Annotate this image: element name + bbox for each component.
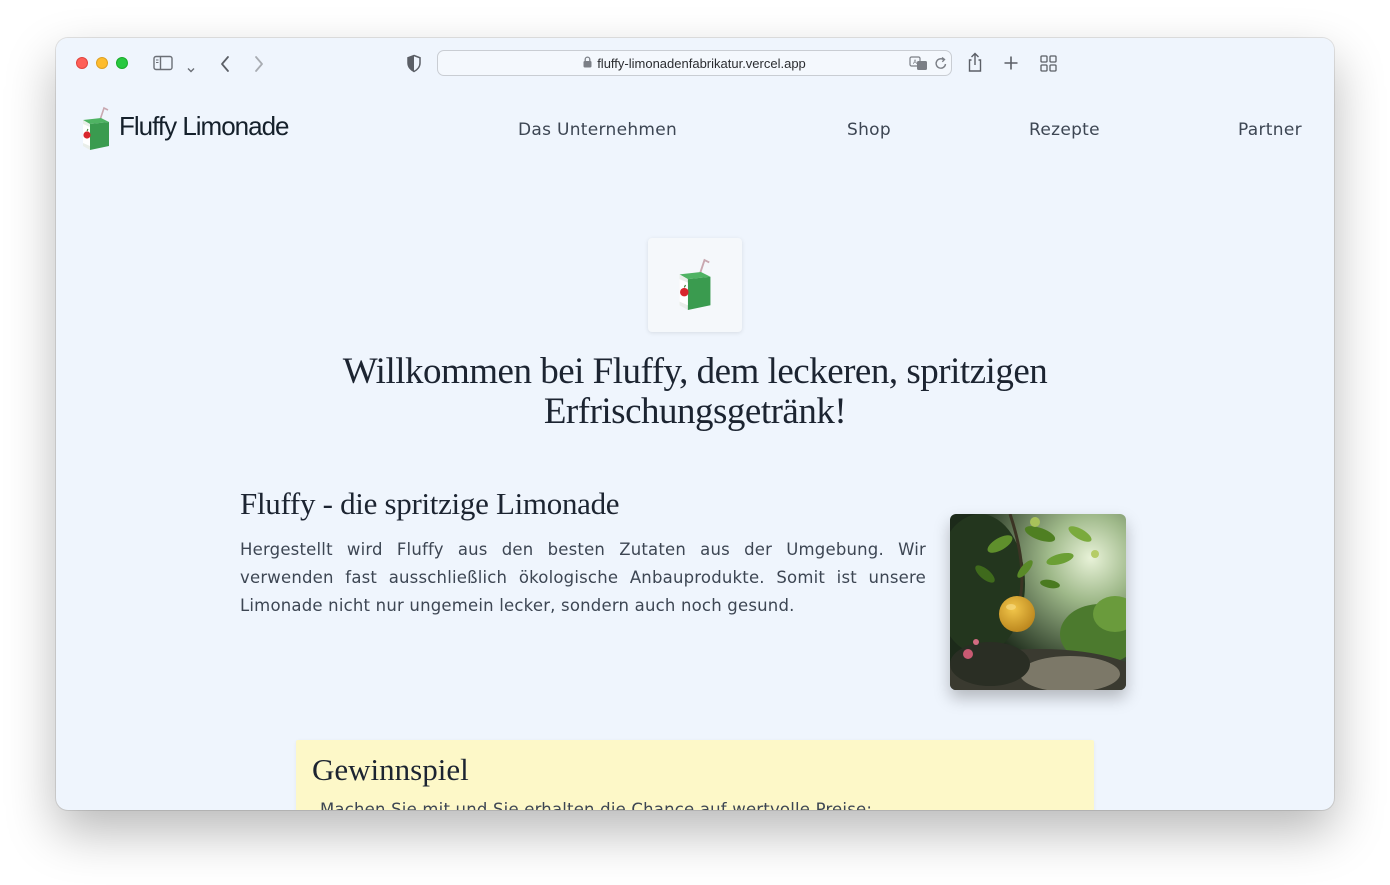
hero-icon-card — [648, 238, 742, 332]
close-window-button[interactable] — [76, 57, 88, 69]
contest-text: Machen Sie mit und Sie erhalten die Chan… — [320, 800, 873, 810]
privacy-shield-icon[interactable] — [406, 54, 422, 77]
reload-icon[interactable] — [934, 56, 948, 75]
nav-link-shop[interactable]: Shop — [847, 120, 891, 140]
tab-overview-icon[interactable] — [1040, 55, 1057, 76]
brand-name[interactable]: Fluffy Limonade — [119, 111, 290, 142]
share-icon[interactable] — [966, 52, 984, 77]
url-text: fluffy-limonadenfabrikatur.vercel.app — [597, 56, 806, 71]
contest-title: Gewinnspiel — [312, 752, 469, 787]
section-title: Fluffy - die spritzige Limonade — [240, 486, 620, 521]
lock-icon — [583, 56, 592, 71]
forward-icon[interactable] — [253, 55, 265, 77]
chevron-down-icon[interactable] — [186, 59, 196, 78]
sidebar-icon[interactable] — [153, 55, 173, 75]
zoom-window-button[interactable] — [116, 57, 128, 69]
contest-card: Gewinnspiel Machen Sie mit und Sie erhal… — [296, 740, 1094, 810]
nav-link-company[interactable]: Das Unternehmen — [518, 120, 677, 140]
hero-title: Willkommen bei Fluffy, dem leckeren, spr… — [342, 351, 1048, 432]
nav-link-recipes[interactable]: Rezepte — [1029, 120, 1100, 140]
address-bar[interactable]: fluffy-limonadenfabrikatur.vercel.app A — [437, 50, 952, 76]
minimize-window-button[interactable] — [96, 57, 108, 69]
brand-logo-link[interactable] — [80, 106, 112, 156]
translate-icon[interactable]: A — [909, 56, 929, 75]
back-icon[interactable] — [219, 55, 231, 77]
juice-box-icon — [80, 106, 112, 156]
lemon-tree-photo — [950, 514, 1126, 690]
browser-toolbar: fluffy-limonadenfabrikatur.vercel.app A — [56, 38, 1334, 90]
juice-box-icon — [676, 256, 714, 318]
section-text: Hergestellt wird Fluffy aus den besten Z… — [240, 540, 926, 615]
nav-link-partner[interactable]: Partner — [1238, 120, 1302, 140]
new-tab-icon[interactable] — [1003, 55, 1019, 75]
browser-window: fluffy-limonadenfabrikatur.vercel.app A — [56, 38, 1334, 810]
